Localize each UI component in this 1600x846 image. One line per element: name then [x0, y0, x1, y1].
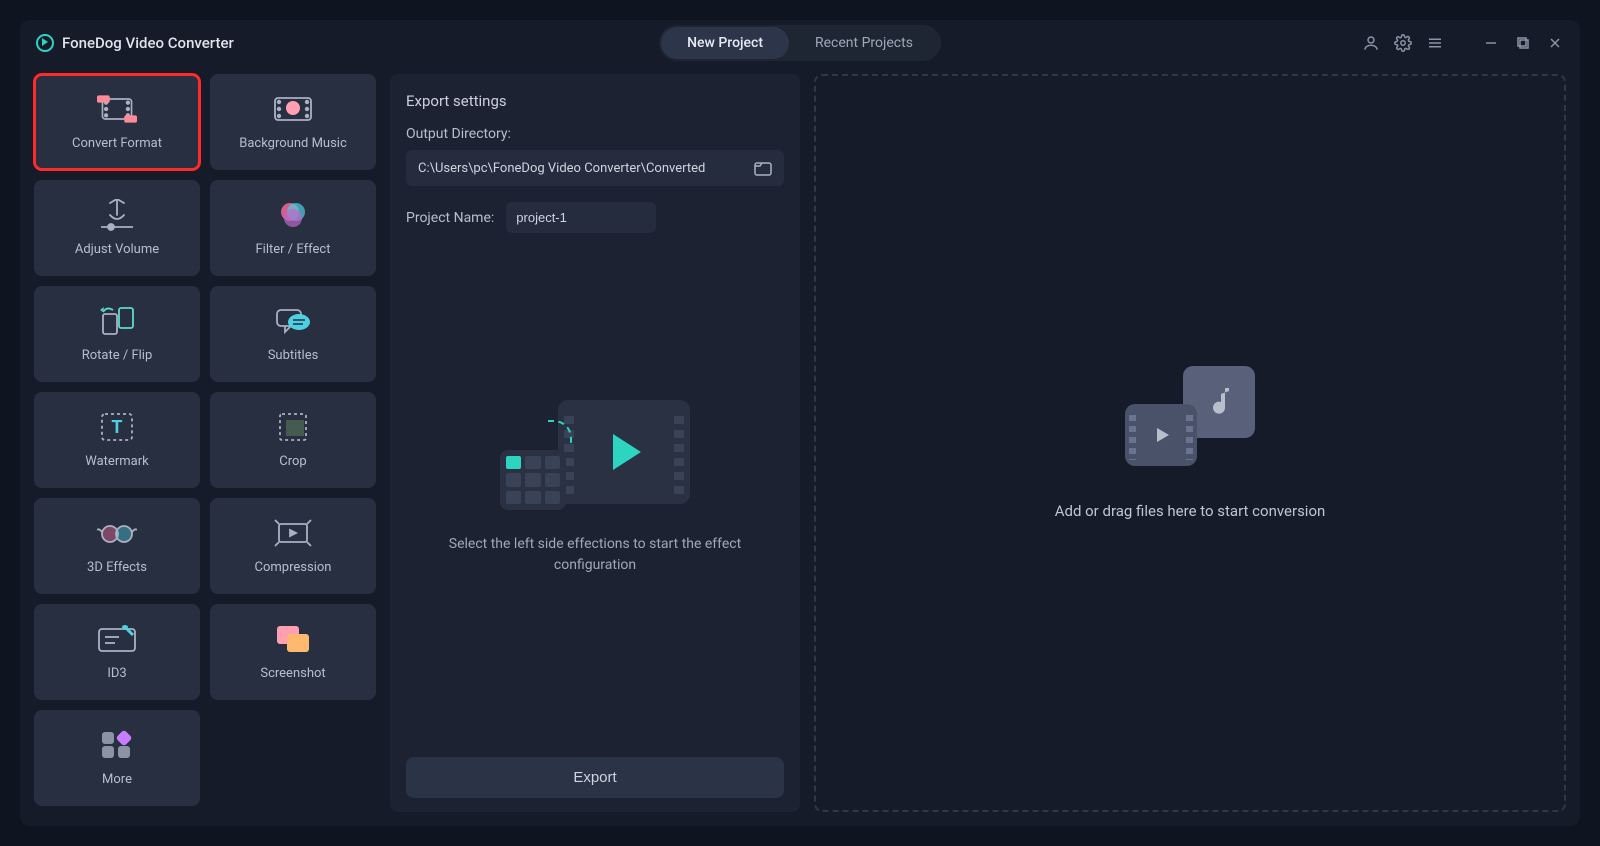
tool-watermark[interactable]: T Watermark: [34, 392, 200, 488]
tool-label: Crop: [279, 454, 306, 469]
settings-icon[interactable]: [1394, 34, 1412, 52]
watermark-icon: T: [97, 412, 137, 442]
id3-icon: [97, 624, 137, 654]
tool-label: ID3: [107, 666, 126, 681]
background-music-icon: [273, 94, 313, 124]
tool-screenshot[interactable]: Screenshot: [210, 604, 376, 700]
svg-text:T: T: [111, 417, 122, 438]
tool-compression[interactable]: Compression: [210, 498, 376, 594]
tool-panel: Convert Format Background Music Adjust V…: [34, 74, 376, 812]
close-button[interactable]: [1546, 34, 1564, 52]
export-settings-title: Export settings: [406, 92, 784, 110]
tool-grid: Convert Format Background Music Adjust V…: [34, 74, 376, 806]
tool-convert-format[interactable]: Convert Format: [34, 74, 200, 170]
tool-label: More: [102, 772, 132, 787]
minimize-button[interactable]: [1482, 34, 1500, 52]
three-d-icon: [97, 518, 137, 548]
menu-icon[interactable]: [1426, 34, 1444, 52]
file-drop-zone[interactable]: Add or drag files here to start conversi…: [814, 74, 1566, 812]
tool-more[interactable]: More: [34, 710, 200, 806]
settings-center-area: Select the left side effections to start…: [406, 233, 784, 743]
tool-label: Screenshot: [260, 666, 325, 681]
project-tabs: New Project Recent Projects: [659, 25, 941, 61]
rotate-flip-icon: [97, 306, 137, 336]
tool-label: Watermark: [85, 454, 148, 469]
tool-label: Convert Format: [72, 136, 162, 151]
filter-effect-icon: [273, 200, 313, 230]
tool-label: Subtitles: [268, 348, 319, 363]
grid-block-icon: [500, 450, 566, 510]
tool-3d-effects[interactable]: 3D Effects: [34, 498, 200, 594]
drop-zone-hint: Add or drag files here to start conversi…: [1055, 502, 1326, 520]
maximize-button[interactable]: [1514, 34, 1532, 52]
output-directory-value: C:\Users\pc\FoneDog Video Converter\Conv…: [418, 161, 754, 176]
convert-format-icon: [97, 94, 137, 124]
tool-filter-effect[interactable]: Filter / Effect: [210, 180, 376, 276]
crop-icon: [273, 412, 313, 442]
tool-label: Filter / Effect: [256, 242, 331, 257]
tab-recent-projects[interactable]: Recent Projects: [789, 27, 939, 59]
brand: FoneDog Video Converter: [36, 34, 234, 52]
brand-title: FoneDog Video Converter: [62, 34, 234, 52]
tool-label: Adjust Volume: [75, 242, 159, 257]
adjust-volume-icon: [97, 200, 137, 230]
title-bar: FoneDog Video Converter New Project Rece…: [20, 20, 1580, 66]
window-controls: [1362, 34, 1564, 52]
app-window: FoneDog Video Converter New Project Rece…: [20, 20, 1580, 826]
tool-label: Background Music: [239, 136, 347, 151]
export-button[interactable]: Export: [406, 757, 784, 798]
project-name-row: Project Name:: [406, 202, 784, 233]
tab-new-project[interactable]: New Project: [661, 27, 789, 59]
tool-label: Compression: [255, 560, 332, 575]
settings-hint-text: Select the left side effections to start…: [435, 534, 755, 576]
effect-illustration: [500, 400, 690, 510]
project-name-label: Project Name:: [406, 210, 494, 226]
tool-background-music[interactable]: Background Music: [210, 74, 376, 170]
folder-browse-icon[interactable]: [754, 160, 772, 176]
drop-zone-icon: [1125, 366, 1255, 466]
screenshot-icon: [273, 624, 313, 654]
subtitles-icon: [273, 306, 313, 336]
brand-icon: [36, 34, 54, 52]
tool-label: 3D Effects: [87, 560, 147, 575]
tool-subtitles[interactable]: Subtitles: [210, 286, 376, 382]
tool-id3[interactable]: ID3: [34, 604, 200, 700]
compression-icon: [273, 518, 313, 548]
export-settings-panel: Export settings Output Directory: C:\Use…: [390, 74, 800, 812]
project-name-input[interactable]: [506, 202, 656, 233]
tool-adjust-volume[interactable]: Adjust Volume: [34, 180, 200, 276]
account-icon[interactable]: [1362, 34, 1380, 52]
output-directory-label: Output Directory:: [406, 126, 784, 142]
tool-rotate-flip[interactable]: Rotate / Flip: [34, 286, 200, 382]
film-frame-icon: [558, 400, 690, 504]
output-directory-field[interactable]: C:\Users\pc\FoneDog Video Converter\Conv…: [406, 150, 784, 186]
more-icon: [97, 730, 137, 760]
main-body: Convert Format Background Music Adjust V…: [20, 66, 1580, 826]
tool-crop[interactable]: Crop: [210, 392, 376, 488]
tool-label: Rotate / Flip: [82, 348, 153, 363]
